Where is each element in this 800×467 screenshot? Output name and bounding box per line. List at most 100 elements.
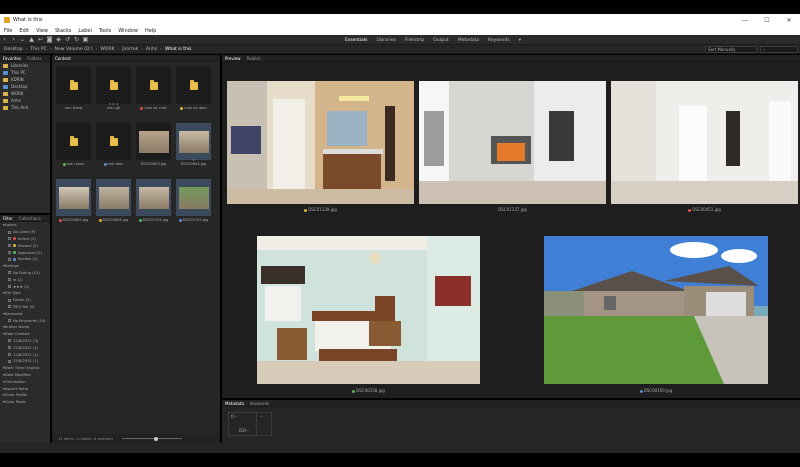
folder-thumbnail[interactable]: nau trang	[56, 67, 91, 119]
tab-keywords[interactable]: Keywords	[250, 401, 269, 406]
preview-image-2[interactable]	[419, 81, 606, 204]
tab-metadata[interactable]: Metadata	[225, 401, 244, 406]
favorite-item[interactable]: This Anh	[0, 104, 50, 111]
folder-thumbnail[interactable]: mau khac	[56, 123, 91, 175]
filter-option[interactable]: Approved (2)	[0, 249, 50, 256]
filter-category[interactable]: ▾ Date Created	[0, 331, 50, 338]
filter-option[interactable]: ★ (2)	[0, 276, 50, 283]
menu-view[interactable]: View	[36, 28, 48, 34]
menu-file[interactable]: File	[4, 28, 12, 34]
filter-category[interactable]: ▾ Date Time Original	[0, 365, 50, 372]
back-arrow-icon[interactable]: ‹	[0, 36, 9, 44]
filter-category[interactable]: ▾ Orientation	[0, 378, 50, 385]
boomerang-icon[interactable]: ↩	[36, 36, 45, 44]
filter-option[interactable]: JPEG file (9)	[0, 304, 50, 311]
tab-content[interactable]: Content	[55, 56, 71, 61]
image-thumbnail[interactable]: DSC00606.jpg	[96, 179, 131, 231]
workspace-output[interactable]: Output	[433, 38, 449, 43]
filter-option[interactable]: Select (3)	[0, 236, 50, 243]
tab-collections[interactable]: Collections	[19, 216, 41, 221]
tab-preview[interactable]: Preview	[225, 56, 241, 61]
filter-checkbox[interactable]	[8, 319, 11, 323]
filter-checkbox[interactable]	[8, 359, 11, 363]
filter-checkbox[interactable]	[8, 285, 11, 289]
filter-option[interactable]: No Rating (15)	[0, 270, 50, 277]
forward-arrow-icon[interactable]: ›	[9, 36, 18, 44]
filter-category[interactable]: ▾ File Type	[0, 290, 50, 297]
filter-category[interactable]: ▾ Ratings	[0, 263, 50, 270]
favorite-item[interactable]: Desktop	[0, 83, 50, 90]
filter-category[interactable]: ▾ Aspect Ratio	[0, 385, 50, 392]
filter-checkbox[interactable]	[8, 244, 11, 248]
breadcrumb-item[interactable]: Jonrtek	[122, 47, 138, 52]
filter-option[interactable]: No Keywords (14)	[0, 317, 50, 324]
folder-thumbnail[interactable]: mau ke chat	[136, 67, 171, 119]
filter-checkbox[interactable]	[8, 353, 11, 357]
filter-checkbox[interactable]	[8, 339, 11, 343]
breadcrumb-item[interactable]: New Volume (D:)	[55, 47, 93, 52]
filter-option[interactable]: Review (2)	[0, 256, 50, 263]
favorite-item[interactable]: Anhs	[0, 97, 50, 104]
filter-option[interactable]: ★★★ (2)	[0, 283, 50, 290]
image-thumbnail[interactable]: ★ DSC00604.jpg	[176, 123, 211, 175]
favorite-item[interactable]: Libraries	[0, 62, 50, 69]
filter-category[interactable]: ▾ Labels	[0, 222, 50, 229]
folder-thumbnail[interactable]: mau ke dam	[176, 67, 211, 119]
image-thumbnail[interactable]: DSC00605.jpg	[56, 179, 91, 231]
filter-checkbox[interactable]	[8, 271, 11, 275]
camera-icon[interactable]: ◙	[45, 36, 54, 44]
tab-folders[interactable]: Folders	[27, 56, 41, 61]
folder-thumbnail[interactable]: anh dom	[96, 123, 131, 175]
image-thumbnail[interactable]: DSC00705.jpg	[176, 179, 211, 231]
workspace-metadata[interactable]: Metadata	[458, 38, 479, 43]
filter-checkbox[interactable]	[8, 230, 11, 234]
filter-checkbox[interactable]	[8, 237, 11, 241]
tab-favorites[interactable]: Favorites	[3, 56, 21, 61]
filter-option[interactable]: 12/8/2021 (1)	[0, 351, 50, 358]
image-thumbnail[interactable]: DSC00704.jpg	[136, 179, 171, 231]
filter-checkbox[interactable]	[8, 278, 11, 282]
tab-publish[interactable]: Publish	[247, 56, 261, 61]
menu-window[interactable]: Window	[118, 28, 138, 34]
maximize-button[interactable]: ☐	[756, 14, 778, 26]
folder-up-icon[interactable]: ▲	[27, 36, 36, 44]
workspace-more-icon[interactable]: ▾	[519, 38, 521, 43]
workspace-keywords[interactable]: Keywords	[488, 38, 510, 43]
filter-checkbox[interactable]	[8, 257, 11, 261]
filter-option[interactable]: Second (2)	[0, 242, 50, 249]
workspace-filmstrip[interactable]: Filmstrip	[405, 38, 424, 43]
refine-icon[interactable]: ◈	[54, 36, 63, 44]
rotate-left-icon[interactable]: ↺	[63, 36, 72, 44]
breadcrumb-item[interactable]: This PC	[30, 47, 46, 52]
menu-label[interactable]: Label	[78, 28, 92, 34]
preview-image-5[interactable]	[544, 236, 768, 384]
image-thumbnail[interactable]: DSC00603.jpg	[136, 123, 171, 175]
tab-filter[interactable]: Filter	[3, 216, 13, 221]
close-button[interactable]: ✕	[778, 14, 800, 26]
breadcrumb-current[interactable]: What is this	[165, 47, 192, 52]
favorite-item[interactable]: This PC	[0, 69, 50, 76]
favorite-item[interactable]: KDRIN	[0, 76, 50, 83]
breadcrumb-item[interactable]: Anhs	[146, 47, 157, 52]
workspace-essentials[interactable]: Essentials	[345, 38, 368, 43]
filter-option[interactable]: 12/8/2021 (1)	[0, 358, 50, 365]
menu-help[interactable]: Help	[145, 28, 156, 34]
open-recent-icon[interactable]: ▣	[81, 36, 90, 44]
filter-checkbox[interactable]	[8, 298, 11, 302]
filter-checkbox[interactable]	[8, 305, 11, 309]
filter-option[interactable]: Folder (5)	[0, 297, 50, 304]
search-input[interactable]: ⌕	[760, 46, 798, 53]
filter-checkbox[interactable]	[8, 346, 11, 350]
workspace-libraries[interactable]: Libraries	[377, 38, 396, 43]
filter-category[interactable]: ▾ Color Mode	[0, 399, 50, 406]
slider-handle[interactable]	[154, 436, 158, 441]
preview-image-3[interactable]	[611, 81, 798, 204]
filter-option[interactable]: No Label (9)	[0, 229, 50, 236]
rotate-right-icon[interactable]: ↻	[72, 36, 81, 44]
menu-edit[interactable]: Edit	[19, 28, 29, 34]
breadcrumb-item[interactable]: WORK	[100, 47, 114, 52]
filter-category[interactable]: ▾ Keywords	[0, 310, 50, 317]
filter-option[interactable]: 12/8/2021 (3)	[0, 338, 50, 345]
menu-tools[interactable]: Tools	[99, 28, 111, 34]
filter-category[interactable]: ▾ Author Name	[0, 324, 50, 331]
